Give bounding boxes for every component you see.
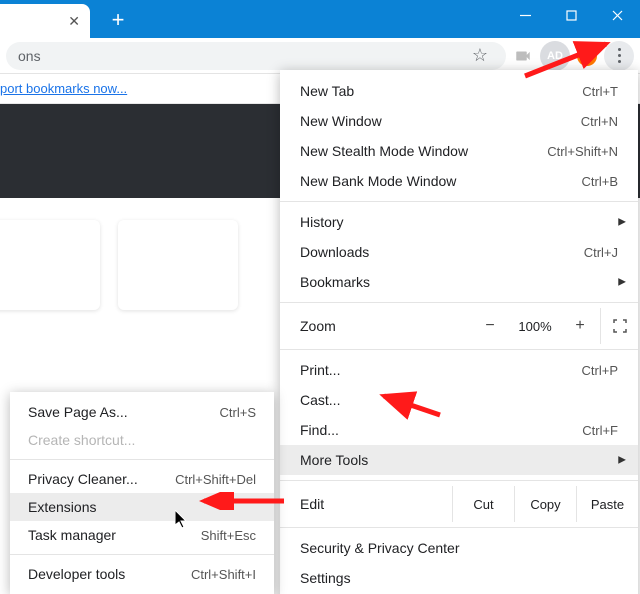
address-bar[interactable]: ons ☆ (6, 42, 506, 70)
fullscreen-button[interactable] (600, 308, 638, 344)
zoom-out-button[interactable]: − (470, 317, 510, 335)
menu-separator (10, 554, 274, 555)
window-maximize-button[interactable] (548, 0, 594, 30)
ad-block-icon[interactable]: AD (540, 41, 570, 71)
window-minimize-button[interactable] (502, 0, 548, 30)
menu-new-stealth[interactable]: New Stealth Mode WindowCtrl+Shift+N (280, 136, 638, 166)
card[interactable] (118, 220, 238, 310)
zoom-in-button[interactable]: + (560, 317, 600, 335)
tab-close-icon[interactable]: ✕ (68, 13, 80, 30)
submenu-task-manager[interactable]: Task managerShift+Esc (10, 521, 274, 549)
edit-paste-button[interactable]: Paste (576, 486, 638, 522)
avast-icon[interactable] (572, 41, 602, 71)
menu-downloads[interactable]: DownloadsCtrl+J (280, 237, 638, 267)
menu-separator (280, 349, 638, 350)
menu-cast[interactable]: Cast... (280, 385, 638, 415)
card[interactable] (0, 220, 100, 310)
address-bar-text: ons (18, 48, 41, 64)
menu-separator (280, 527, 638, 528)
menu-new-window[interactable]: New WindowCtrl+N (280, 106, 638, 136)
menu-security[interactable]: Security & Privacy Center (280, 533, 638, 563)
menu-print[interactable]: Print...Ctrl+P (280, 355, 638, 385)
import-bookmarks-link[interactable]: port bookmarks now... (0, 81, 127, 96)
window-close-button[interactable] (594, 0, 640, 30)
menu-separator (280, 302, 638, 303)
menu-edit: Edit Cut Copy Paste (280, 486, 638, 522)
edit-copy-button[interactable]: Copy (514, 486, 576, 522)
new-tab-button[interactable]: + (104, 6, 132, 34)
menu-more-tools[interactable]: More Tools▶ (280, 445, 638, 475)
submenu-privacy-cleaner[interactable]: Privacy Cleaner...Ctrl+Shift+Del (10, 465, 274, 493)
submenu-save-page-as[interactable]: Save Page As...Ctrl+S (10, 398, 274, 426)
chevron-right-icon: ▶ (618, 217, 626, 228)
toolbar: ons ☆ AD (0, 38, 640, 74)
bookmark-star-icon[interactable]: ☆ (466, 45, 494, 66)
menu-zoom: Zoom − 100% + (280, 308, 638, 344)
browser-tab[interactable]: ✕ (0, 4, 90, 38)
edit-cut-button[interactable]: Cut (452, 486, 514, 522)
menu-settings[interactable]: Settings (280, 563, 638, 593)
menu-new-bank[interactable]: New Bank Mode WindowCtrl+B (280, 166, 638, 196)
chevron-right-icon: ▶ (618, 455, 626, 466)
submenu-create-shortcut: Create shortcut... (10, 426, 274, 454)
camera-icon[interactable] (508, 41, 538, 71)
main-menu: New TabCtrl+T New WindowCtrl+N New Steal… (280, 70, 638, 594)
menu-separator (10, 459, 274, 460)
cursor-icon (175, 510, 191, 530)
submenu-developer-tools[interactable]: Developer toolsCtrl+Shift+I (10, 560, 274, 588)
menu-separator (280, 201, 638, 202)
submenu-extensions[interactable]: Extensions (10, 493, 274, 521)
more-tools-submenu: Save Page As...Ctrl+S Create shortcut...… (10, 392, 274, 594)
menu-new-tab[interactable]: New TabCtrl+T (280, 76, 638, 106)
chevron-right-icon: ▶ (618, 277, 626, 288)
more-menu-button[interactable] (604, 41, 634, 71)
menu-separator (280, 480, 638, 481)
menu-history[interactable]: History▶ (280, 207, 638, 237)
vertical-dots-icon (618, 48, 621, 63)
menu-bookmarks[interactable]: Bookmarks▶ (280, 267, 638, 297)
zoom-value: 100% (510, 319, 560, 334)
menu-find[interactable]: Find...Ctrl+F (280, 415, 638, 445)
